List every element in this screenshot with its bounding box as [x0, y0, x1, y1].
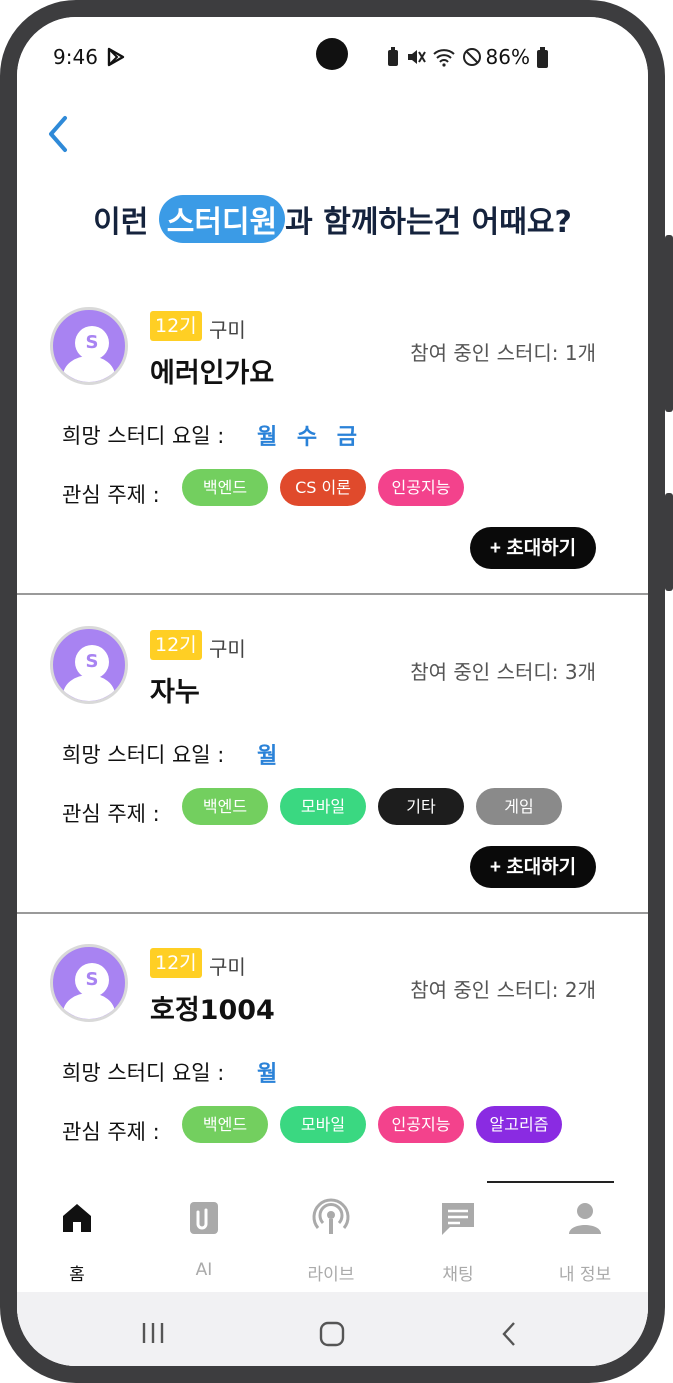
nav-profile[interactable]: 내 정보 — [535, 1198, 635, 1285]
nav-live[interactable]: 라이브 — [281, 1198, 381, 1285]
screen: 9:46 86% 이런 스터디원 과 함께하는건 어때요? S 12기 구미 에러… — [17, 17, 648, 1366]
campus-label: 구미 — [209, 955, 246, 979]
title-suffix: 과 함께하는건 어때요? — [285, 205, 572, 240]
topic-tag: 모바일 — [280, 788, 366, 825]
nickname: 에러인가요 — [150, 358, 275, 389]
wifi-icon — [433, 49, 455, 67]
topic-tag: 백엔드 — [182, 1106, 268, 1143]
status-time: 9:46 — [53, 45, 98, 69]
campus-label: 구미 — [209, 637, 246, 661]
bottom-navigation: 홈 AI 라이브 채팅 내 정보 — [17, 1181, 648, 1292]
title-prefix: 이런 — [93, 205, 159, 240]
topic-tag: 기타 — [378, 788, 464, 825]
card-divider — [17, 912, 648, 914]
avatar: S — [50, 626, 128, 704]
chat-icon — [442, 1203, 474, 1235]
avatar-initial: S — [75, 326, 109, 360]
home-button-icon[interactable] — [318, 1320, 346, 1348]
topic-tag: 인공지능 — [378, 1106, 464, 1143]
recent-apps-icon[interactable] — [140, 1320, 166, 1346]
nav-label: 홈 — [69, 1265, 85, 1285]
study-count: 참여 중인 스터디: 2개 — [410, 978, 596, 1002]
topic-tags: 백엔드 CS 이론 인공지능 — [182, 469, 464, 506]
front-camera — [316, 38, 348, 70]
do-not-disturb-icon — [463, 48, 481, 66]
topic-tag: 백엔드 — [182, 788, 268, 825]
back-arrow-icon[interactable] — [43, 112, 73, 156]
status-icons — [386, 47, 482, 67]
days-label: 희망 스터디 요일 : — [62, 1061, 225, 1085]
member-card: S 12기 구미 에러인가요 참여 중인 스터디: 1개 희망 스터디 요일 :… — [17, 307, 648, 595]
status-bar: 9:46 86% — [17, 17, 648, 87]
member-card: S 12기 구미 호정1004 참여 중인 스터디: 2개 희망 스터디 요일 … — [17, 944, 648, 1184]
title-highlight: 스터디원 — [158, 195, 286, 243]
generation-badge: 12기 — [150, 630, 202, 660]
preferred-days: 월 수 금 — [257, 425, 364, 450]
nickname: 자누 — [150, 677, 200, 708]
days-label: 희망 스터디 요일 : — [62, 743, 225, 767]
topic-tag: 모바일 — [280, 1106, 366, 1143]
nav-ai[interactable]: AI — [154, 1198, 254, 1280]
nickname: 호정1004 — [150, 995, 275, 1026]
avatar-initial: S — [75, 645, 109, 679]
clip-icon — [190, 1202, 218, 1234]
avatar: S — [50, 307, 128, 385]
generation-badge: 12기 — [150, 311, 202, 341]
topics-label: 관심 주제 : — [62, 1120, 160, 1144]
profile-icon — [569, 1203, 601, 1234]
scroll-edge — [487, 1181, 614, 1183]
avatar-initial: S — [75, 963, 109, 997]
topics-label: 관심 주제 : — [62, 802, 160, 826]
page-title: 이런 스터디원 과 함께하는건 어때요? — [17, 195, 648, 243]
invite-button[interactable]: + 초대하기 — [470, 527, 596, 569]
days-label: 희망 스터디 요일 : — [62, 424, 225, 448]
system-back-icon[interactable] — [499, 1320, 519, 1348]
topic-tags: 백엔드 모바일 기타 게임 — [182, 788, 562, 825]
broadcast-icon — [312, 1198, 350, 1234]
nav-chat[interactable]: 채팅 — [408, 1198, 508, 1285]
mute-icon — [408, 50, 426, 64]
topics-label: 관심 주제 : — [62, 483, 160, 507]
study-count: 참여 중인 스터디: 3개 — [410, 660, 596, 684]
battery-saver-icon — [388, 47, 398, 66]
member-card: S 12기 구미 자누 참여 중인 스터디: 3개 희망 스터디 요일 : 월 … — [17, 626, 648, 914]
nav-label: 채팅 — [442, 1265, 474, 1285]
campus-label: 구미 — [209, 318, 246, 342]
topic-tag: 게임 — [476, 788, 562, 825]
topic-tag: CS 이론 — [280, 469, 366, 506]
topic-tag: 인공지능 — [378, 469, 464, 506]
topic-tag: 알고리즘 — [476, 1106, 562, 1143]
nav-label: 내 정보 — [558, 1265, 612, 1285]
system-navigation-bar — [17, 1292, 648, 1366]
generation-badge: 12기 — [150, 948, 202, 978]
invite-button[interactable]: + 초대하기 — [470, 846, 596, 888]
preferred-days: 월 — [257, 1062, 284, 1087]
nav-label: 라이브 — [307, 1265, 355, 1285]
card-divider — [17, 593, 648, 595]
phone-frame: 9:46 86% 이런 스터디원 과 함께하는건 어때요? S 12기 구미 에러… — [0, 0, 665, 1383]
topic-tag: 백엔드 — [182, 469, 268, 506]
battery-percent: 86% — [485, 45, 530, 69]
home-icon — [63, 1204, 91, 1232]
nav-label: AI — [195, 1260, 213, 1280]
play-store-icon — [107, 47, 125, 67]
study-count: 참여 중인 스터디: 1개 — [410, 341, 596, 365]
topic-tags: 백엔드 모바일 인공지능 알고리즘 — [182, 1106, 562, 1143]
nav-home[interactable]: 홈 — [27, 1198, 127, 1285]
battery-icon — [537, 47, 548, 68]
avatar: S — [50, 944, 128, 1022]
preferred-days: 월 — [257, 744, 284, 769]
